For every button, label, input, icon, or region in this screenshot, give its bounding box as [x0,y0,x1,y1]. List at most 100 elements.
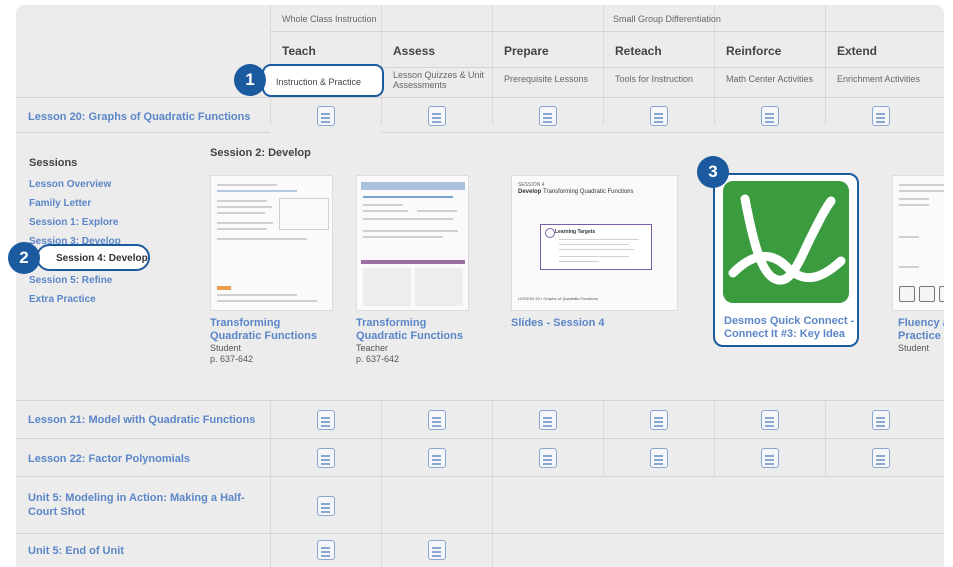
resource-4-title-line1: Desmos Quick Connect - [724,315,855,327]
document-icon[interactable] [761,106,779,126]
col-divider [270,400,271,567]
row-divider [16,400,944,401]
lesson-22-link[interactable]: Lesson 22: Factor Polynomials [28,452,190,466]
session-link-lesson-overview[interactable]: Lesson Overview [29,179,111,190]
session-link-family-letter[interactable]: Family Letter [29,198,91,209]
resource-2-type: Teacher [356,343,389,353]
document-icon[interactable] [428,448,446,468]
resource-1-pages: p. 637-642 [210,354,254,364]
student-page-thumbnail[interactable] [210,175,333,311]
header-divider [16,97,944,98]
col-divider [714,400,715,476]
document-icon[interactable] [539,106,557,126]
document-icon[interactable] [428,410,446,430]
highlight-instruction-practice[interactable]: Instruction & Practice [262,64,384,97]
group-whole-class: Whole Class Instruction [282,14,377,24]
document-icon[interactable] [539,448,557,468]
col-divider [825,5,826,125]
document-icon[interactable] [317,496,335,516]
resource-2-title[interactable]: Transforming Quadratic Functions [356,317,463,343]
resource-2-title-line1: Transforming [356,317,427,329]
session-link-session-4: Session 4: Develop [56,253,148,264]
subhead-teach: Instruction & Practice [276,77,362,87]
resource-2-pages: p. 637-642 [356,354,400,364]
callout-badge-2: 2 [8,242,40,274]
lesson-21-link[interactable]: Lesson 21: Model with Quadratic Function… [28,413,255,427]
desmos-icon [723,181,849,303]
document-icon[interactable] [650,106,668,126]
row-divider [16,438,944,439]
resource-1-title-line1: Transforming [210,317,281,329]
resource-1-title-line2: Quadratic Functions [210,330,317,342]
col-divider [603,400,604,476]
row-divider [16,533,944,534]
session-link-session-1[interactable]: Session 1: Explore [29,217,118,228]
column-reteach: Reteach [615,44,662,58]
subhead-prepare: Prerequisite Lessons [504,74,589,84]
subhead-extend: Enrichment Activities [837,74,921,84]
column-prepare: Prepare [504,44,549,58]
document-icon[interactable] [761,448,779,468]
subhead-reinforce: Math Center Activities [726,74,814,84]
column-assess: Assess [393,44,436,58]
document-icon[interactable] [872,106,890,126]
copy-icon[interactable] [919,286,935,302]
highlight-desmos-resource[interactable]: Desmos Quick Connect - Connect It #3: Ke… [713,173,859,347]
col-divider [825,400,826,476]
document-icon[interactable] [428,106,446,126]
resource-1-meta: Student p. 637-642 [210,343,253,365]
row-divider [16,132,270,133]
resource-5-type: Student [898,343,930,353]
session-link-session-5[interactable]: Session 5: Refine [29,275,112,286]
column-teach: Teach [282,44,316,58]
download-icon[interactable] [939,286,944,302]
print-icon[interactable] [899,286,915,302]
document-icon[interactable] [872,448,890,468]
slides-thumbnail[interactable]: SESSION 4 Develop Transforming Quadratic… [511,175,678,311]
resource-2-meta: Teacher p. 637-642 [356,343,399,365]
document-icon[interactable] [761,410,779,430]
row-divider [381,132,944,133]
slide-heading-bold: Develop [518,189,542,195]
row-divider [16,476,944,477]
resource-5-title[interactable]: Fluency ar Practice [898,317,944,343]
highlight-session-4[interactable]: Session 4: Develop [36,244,150,271]
session-heading: Session 2: Develop [210,147,311,159]
slide-footer: LESSON 20 • Graphs of Quadratic Function… [518,296,598,301]
document-icon[interactable] [317,106,335,126]
document-icon[interactable] [539,410,557,430]
slide-session: SESSION 4 [518,182,545,188]
subhead-reteach: Tools for Instruction [615,74,694,84]
document-icon[interactable] [872,410,890,430]
col-divider [492,5,493,125]
learning-targets-label: Learning Targets [555,229,596,235]
resource-4-title-line2: Connect It #3: Key Idea [724,328,846,340]
fluency-thumbnail[interactable] [892,175,944,311]
resource-3-title[interactable]: Slides - Session 4 [511,317,605,330]
col-divider [603,5,604,125]
col-divider [381,5,382,125]
document-icon[interactable] [317,448,335,468]
session-link-extra-practice[interactable]: Extra Practice [29,294,96,305]
lesson-20-link[interactable]: Lesson 20: Graphs of Quadratic Functions [28,110,250,124]
unit-5-modeling-link[interactable]: Unit 5: Modeling in Action: Making a Hal… [28,491,253,519]
teacher-page-thumbnail[interactable] [356,175,469,311]
slide-heading: Transforming Quadratic Functions [543,189,634,195]
subhead-assess: Lesson Quizzes & Unit Assessments [393,70,485,90]
unit-5-end-link[interactable]: Unit 5: End of Unit [28,544,124,558]
resource-2-title-line2: Quadratic Functions [356,330,463,342]
document-icon[interactable] [317,540,335,560]
document-icon[interactable] [317,410,335,430]
resource-4-title: Desmos Quick Connect - Connect It #3: Ke… [724,315,854,341]
header-divider [270,31,944,32]
group-small-group: Small Group Differentiation [613,14,721,24]
resource-5-title-line1: Fluency ar [898,317,944,329]
column-extend: Extend [837,44,878,58]
document-icon[interactable] [428,540,446,560]
callout-badge-1: 1 [234,64,266,96]
resource-1-title[interactable]: Transforming Quadratic Functions [210,317,317,343]
resource-1-type: Student [210,343,242,353]
document-icon[interactable] [650,448,668,468]
document-icon[interactable] [650,410,668,430]
column-reinforce: Reinforce [726,44,782,58]
